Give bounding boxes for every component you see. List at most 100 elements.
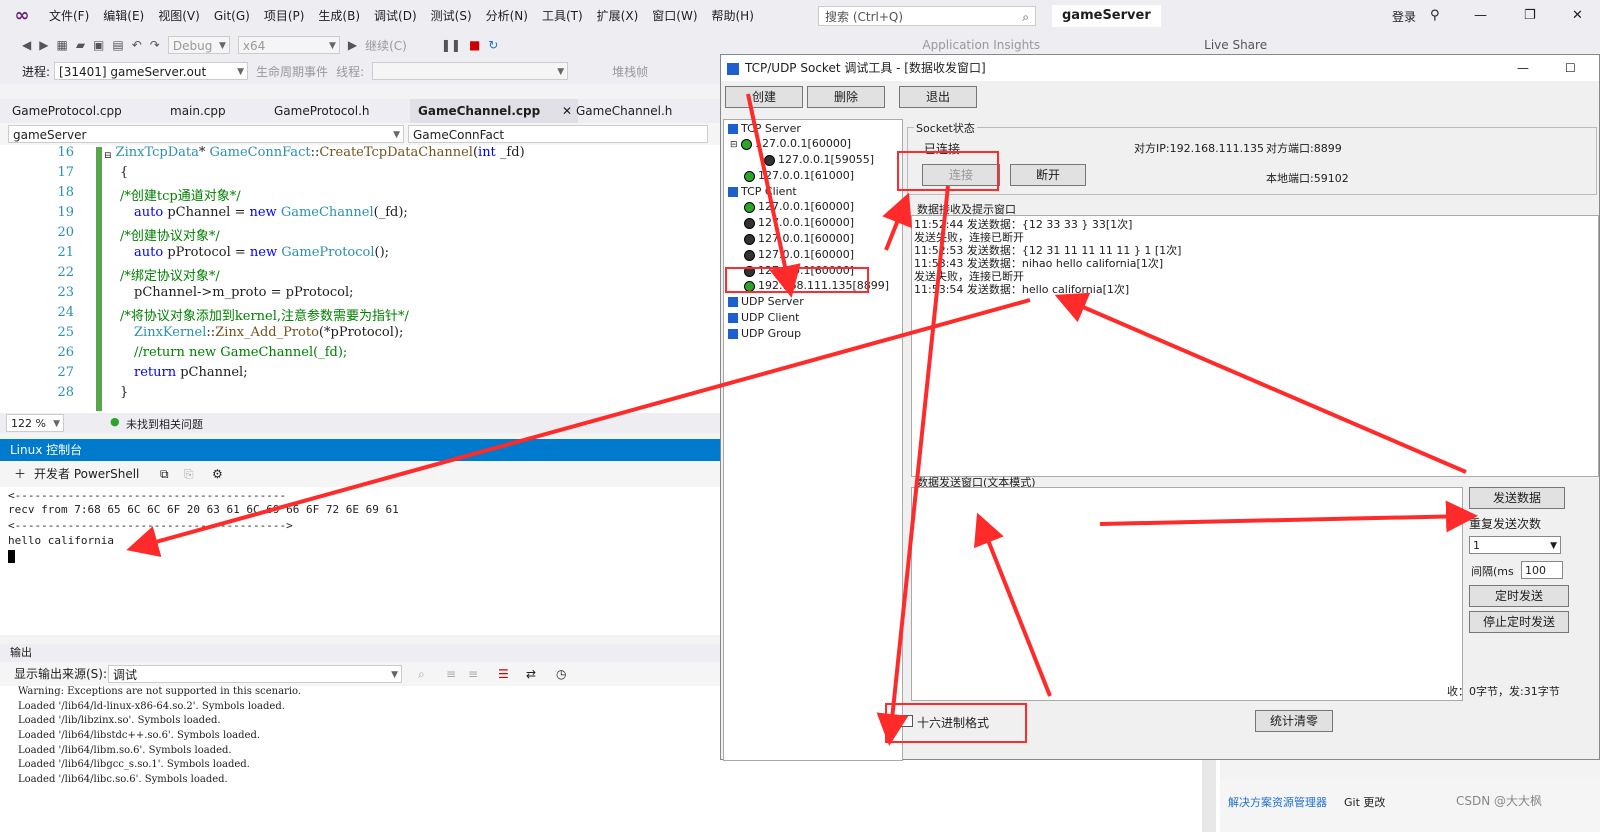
minimize-icon[interactable]: — [1517,55,1529,81]
connection-tree[interactable]: TCP Server ⊟ 127.0.0.1[60000] 127.0.0.1[… [723,119,903,761]
stop-timed-send-button[interactable]: 停止定时发送 [1469,611,1569,633]
issues-status[interactable]: 未找到相关问题 [126,416,203,432]
tab-gameprotocol-h[interactable]: GameProtocol.h [266,99,378,123]
tree-tcp-client[interactable]: TCP Client [728,185,797,198]
menu-file[interactable]: 文件(F) [42,0,96,32]
interval-input[interactable]: 100 [1521,561,1563,579]
code-editor[interactable]: 16 17 18 19 20 21 22 23 24 25 26 27 28 ⊟… [0,145,720,413]
login-link[interactable]: 登录 [1392,8,1416,25]
line-number: 16 [57,145,74,160]
restart-icon[interactable]: ↻ [488,38,498,52]
output-source-select[interactable]: 调试 ▼ [108,665,402,683]
exit-button[interactable]: 退出 [899,86,977,108]
lifecycle-events-button[interactable]: 生命周期事件 [256,63,328,80]
undo-icon[interactable]: ↶ [132,38,142,52]
tree-client-item[interactable]: 127.0.0.1[60000] [744,232,854,245]
process-select[interactable]: [31401] gameServer.out ▼ [54,62,249,80]
code-line: /*创建协议对象*/ [120,229,220,244]
app-insights-button[interactable]: Application Insights [922,38,1040,52]
collapse-icon[interactable]: ⊟ [730,140,738,150]
paste-icon[interactable]: ⎘ [184,461,194,487]
prev-message-icon[interactable]: ≡ [446,662,456,686]
back-icon[interactable]: ◀ [22,38,31,52]
tab-gamechannel-h[interactable]: GameChannel.h [568,99,680,123]
maximize-icon[interactable]: ☐ [1565,55,1576,81]
platform-select[interactable]: x64 ▼ [237,36,340,54]
scope-select[interactable]: gameServer ▼ [8,125,404,143]
tree-server-node[interactable]: ⊟ 127.0.0.1[60000] [730,137,851,150]
clock-icon[interactable]: ◷ [556,662,566,686]
word-wrap-icon[interactable]: ⇄ [526,662,536,686]
close-icon[interactable]: ✕ [1572,8,1583,23]
menu-tools[interactable]: 工具(T) [535,0,590,32]
send-data-button[interactable]: 发送数据 [1469,487,1565,509]
forward-icon[interactable]: ▶ [39,38,48,52]
solution-explorer-tab[interactable]: 解决方案资源管理器 [1228,794,1327,810]
menu-analyze[interactable]: 分析(N) [479,0,535,32]
tree-server-child[interactable]: 127.0.0.1[59055] [764,153,874,166]
git-changes-tab[interactable]: Git 更改 [1344,794,1385,810]
config-select[interactable]: Debug ▼ [167,36,230,54]
save-icon[interactable]: ▣ [93,38,104,52]
tree-udp-server[interactable]: UDP Server [728,295,804,308]
save-all-icon[interactable]: ▤ [112,38,123,52]
menu-build[interactable]: 生成(B) [311,0,367,32]
restore-icon[interactable]: ❐ [1524,8,1536,23]
menu-project[interactable]: 项目(P) [257,0,312,32]
send-textarea[interactable] [911,487,1463,701]
next-message-icon[interactable]: ≡ [468,662,478,686]
tree-tcp-server[interactable]: TCP Server [728,122,801,135]
gear-icon[interactable]: ⚙ [212,461,223,487]
menu-git[interactable]: Git(G) [207,0,257,32]
tab-gamechannel-cpp[interactable]: GameChannel.cpp ✕ [410,99,578,123]
member-select[interactable]: GameConnFact [408,125,708,143]
menu-debug[interactable]: 调试(D) [367,0,424,32]
tree-client-item[interactable]: 127.0.0.1[60000] [744,216,854,229]
tree-label: 127.0.0.1[61000] [758,169,855,182]
account-icon[interactable]: ⚲ [1430,8,1440,23]
delete-button[interactable]: 删除 [807,86,885,108]
tab-main-cpp[interactable]: main.cpp [162,99,234,123]
menu-view[interactable]: 视图(V) [151,0,207,32]
repeat-count-select[interactable]: 1 ▼ [1469,536,1561,554]
code-token: (_fd); [373,205,408,220]
tab-label: GameChannel.cpp [418,104,541,118]
tree-server-node2[interactable]: 127.0.0.1[61000] [744,169,854,182]
stop-icon[interactable]: ■ [469,38,480,52]
tree-udp-client[interactable]: UDP Client [728,311,800,324]
continue-button[interactable]: 继续(C) [365,37,407,54]
tab-gameprotocol-cpp[interactable]: GameProtocol.cpp [4,99,130,123]
menu-edit[interactable]: 编辑(E) [96,0,151,32]
new-item-icon[interactable]: ▦ [56,38,67,52]
create-button[interactable]: 创建 [725,86,803,108]
clear-all-icon[interactable]: ☰ [498,662,509,686]
menu-extensions[interactable]: 扩展(X) [590,0,646,32]
zoom-select[interactable]: 122 % ▼ [6,414,64,432]
copy-icon[interactable]: ⧉ [160,461,169,487]
visual-studio-logo-icon[interactable]: ∞ [10,4,34,28]
disconnect-button[interactable]: 断开 [1010,164,1086,186]
menu-help[interactable]: 帮助(H) [705,0,761,32]
shell-select[interactable]: 开发者 PowerShell [34,461,139,487]
open-folder-icon[interactable]: ▰ [76,38,85,52]
thread-select[interactable]: ▼ [372,62,569,80]
search-input[interactable]: 搜索 (Ctrl+Q) ⌕ [818,6,1036,26]
find-icon[interactable]: ⌕ [418,662,425,686]
receive-log[interactable]: 11:52:44 发送数据：{12 33 33 } 33[1次] 发送失败，连接… [911,215,1599,477]
console-terminal[interactable]: <---------------------------------------… [0,487,720,635]
pause-icon[interactable]: ❚❚ [441,38,461,52]
tree-udp-group[interactable]: UDP Group [728,327,801,340]
clear-stats-button[interactable]: 统计清零 [1255,710,1333,732]
collapse-icon[interactable]: ⊟ [104,151,112,161]
minimize-icon[interactable]: — [1474,8,1487,23]
redo-icon[interactable]: ↷ [150,38,160,52]
tree-client-item[interactable]: 127.0.0.1[60000] [744,200,854,213]
console-toolbar: ＋ 开发者 PowerShell ⧉ ⎘ ⚙ [0,461,720,487]
play-icon[interactable]: ▶ [348,38,357,52]
timed-send-button[interactable]: 定时发送 [1469,585,1569,607]
tree-client-item[interactable]: 127.0.0.1[60000] [744,248,854,261]
live-share-button[interactable]: Live Share [1204,38,1267,52]
add-icon[interactable]: ＋ [14,461,26,487]
menu-window[interactable]: 窗口(W) [645,0,704,32]
menu-test[interactable]: 测试(S) [424,0,479,32]
